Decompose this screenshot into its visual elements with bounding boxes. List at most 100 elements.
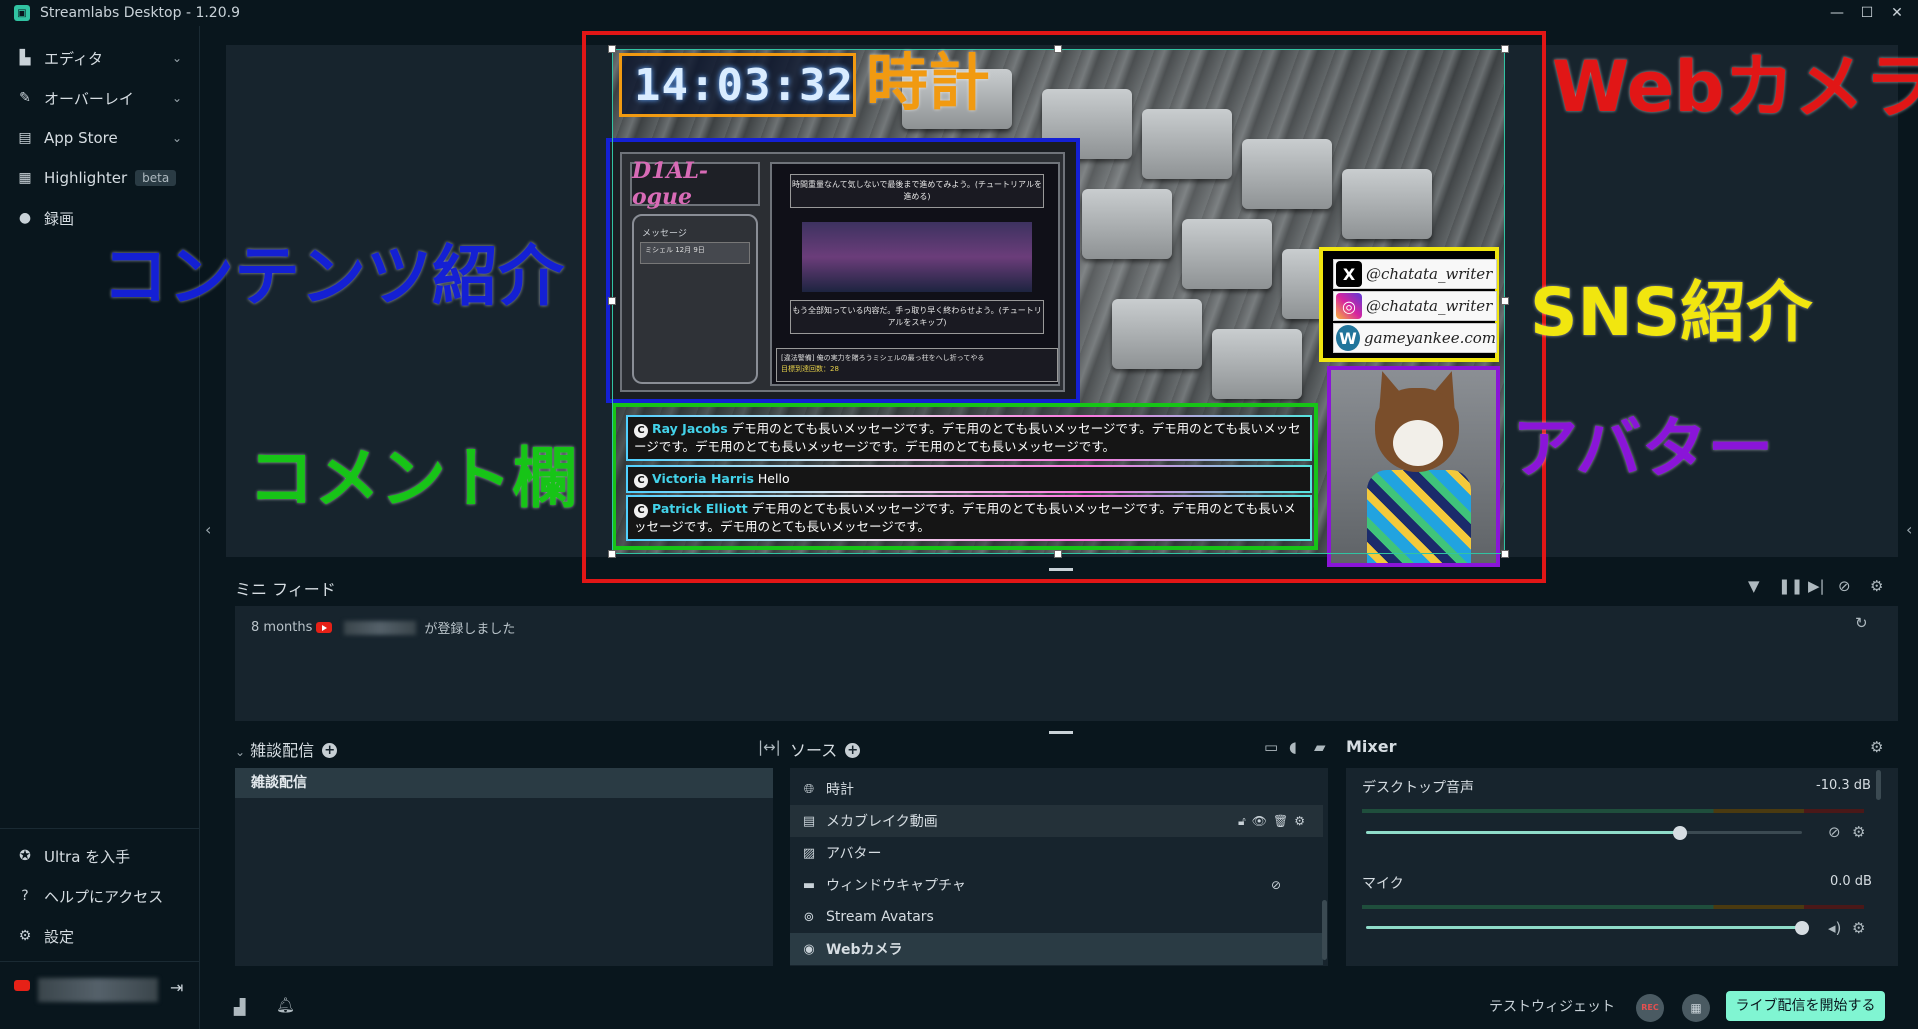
sidebar-item-overlay[interactable]: ✎ オーバーレイ ⌄	[0, 80, 200, 116]
scenes-title: 雑談配信	[250, 741, 315, 760]
mute-icon[interactable]: ⊘	[1828, 823, 1841, 841]
avatar-widget[interactable]	[1327, 366, 1500, 567]
close-button[interactable]: ✕	[1882, 2, 1912, 24]
game-window: D1AL-ogue メッセージ ミシェル 12月 9日 時間重量なんて気しないで…	[620, 152, 1065, 392]
scene-transition-icon[interactable]: |↔|	[758, 738, 781, 756]
mixer-settings-icon[interactable]: ⚙	[1870, 738, 1883, 756]
source-item[interactable]: ◉ Webカメラ	[790, 933, 1323, 965]
source-item[interactable]: ⊚ Stream Avatars	[790, 901, 1323, 933]
collapse-right-arrow-icon[interactable]: ‹	[1906, 520, 1912, 539]
sources-header: ソース +	[790, 737, 861, 761]
volume-meter	[1362, 809, 1864, 813]
wordpress-icon: W	[1336, 325, 1360, 351]
sidebar-item-highlighter[interactable]: ▦ Highlighter beta	[0, 160, 200, 196]
mixer-scrollbar[interactable]	[1876, 770, 1881, 800]
x-icon: X	[1336, 261, 1362, 287]
add-scene-icon[interactable]: +	[322, 743, 338, 758]
youtube-icon	[316, 622, 333, 633]
volume-slider-track[interactable]	[1680, 831, 1802, 834]
help-icon: ?	[21, 888, 29, 904]
settings-icon[interactable]: ⚙	[1870, 577, 1883, 595]
city-image	[802, 222, 1032, 292]
stats-icon[interactable]: ▟	[234, 998, 246, 1016]
volume-slider-fill[interactable]	[1366, 831, 1680, 834]
audio-icon[interactable]: ◖	[1289, 738, 1297, 756]
scenes-header[interactable]: ⌄ 雑談配信 +	[235, 737, 338, 761]
sources-scrollbar[interactable]	[1322, 900, 1327, 960]
sns-row: ◎ @chatata_writer	[1333, 291, 1497, 321]
source-actions-icons[interactable]: 🔓︎👁︎🗑︎⚙︎	[1238, 814, 1311, 829]
record-button[interactable]: REC	[1636, 994, 1664, 1022]
globe-icon: 🌐︎	[803, 781, 815, 797]
resize-handle[interactable]	[1501, 45, 1509, 53]
resize-handle[interactable]	[1501, 550, 1509, 558]
source-item[interactable]: ▨ アバター	[790, 837, 1323, 869]
scene-item[interactable]: 雑談配信	[235, 768, 773, 798]
source-label: 時計	[826, 782, 854, 798]
volume-slider-knob[interactable]	[1795, 921, 1809, 935]
minimize-button[interactable]: —	[1822, 2, 1852, 24]
chat-author: Ray Jacobs	[652, 421, 728, 436]
ultra-icon: ✪	[19, 848, 31, 864]
source-item[interactable]: ▤ メカブレイク動画 🔓︎👁︎🗑︎⚙︎	[790, 805, 1323, 837]
resize-handle[interactable]	[1054, 45, 1062, 53]
volume-slider-fill[interactable]	[1366, 926, 1802, 929]
resize-divider-handle[interactable]	[1049, 731, 1073, 734]
collapse-left-arrow-icon[interactable]: ‹	[205, 520, 211, 539]
game-bottom-line: [違法警備] 俺の実力を賭ろうミシェルの最っ柱をへし折ってやる	[781, 354, 985, 362]
chat-text: Hello	[757, 471, 790, 486]
speaker-icon[interactable]: ◂)	[1828, 919, 1841, 937]
resize-divider-handle[interactable]	[1049, 568, 1073, 571]
skip-icon[interactable]: ▶|	[1808, 577, 1825, 595]
annotation-clock: 時計	[866, 46, 991, 119]
game-screen: 時間重量なんて気しないで最後まで進めてみよう。(チュートリアルを進める) もう全…	[770, 162, 1060, 386]
resize-handle[interactable]	[608, 45, 616, 53]
feed-text: が登録しました	[424, 622, 516, 637]
folder-icon[interactable]: ▰	[1314, 738, 1326, 756]
mixer-title: Mixer	[1346, 737, 1397, 756]
resize-handle[interactable]	[608, 550, 616, 558]
source-item[interactable]: ▬ ウィンドウキャプチャ ⊘	[790, 869, 1323, 901]
mixer-channel-db: 0.0 dB	[1830, 874, 1872, 889]
channel-settings-icon[interactable]: ⚙	[1852, 823, 1865, 841]
chat-platform-icon: C	[634, 504, 648, 518]
sns-handle: @chatata_writer	[1366, 265, 1493, 283]
sidebar-item-app-store[interactable]: ▤ App Store ⌄	[0, 120, 200, 156]
resize-handle[interactable]	[1054, 550, 1062, 558]
pause-icon[interactable]: ❚❚	[1778, 577, 1803, 595]
notification-bell-icon[interactable]: 🔔︎	[276, 996, 295, 1014]
logout-icon[interactable]: ⇥	[170, 978, 183, 997]
add-source-icon[interactable]: +	[845, 743, 861, 758]
volume-slider-knob[interactable]	[1673, 826, 1687, 840]
resize-handle[interactable]	[1501, 297, 1509, 305]
clock-widget[interactable]: 14:03:32	[619, 53, 856, 117]
sidebar-item-settings[interactable]: ⚙ 設定	[0, 918, 200, 954]
sidebar-item-recording[interactable]: ● 録画	[0, 200, 200, 236]
mute-alerts-icon[interactable]: ⊘	[1838, 577, 1851, 595]
feed-time: 8 months	[251, 620, 313, 635]
keyboard-key	[1142, 109, 1232, 179]
keyboard-key	[1212, 329, 1302, 399]
chat-platform-icon: C	[634, 474, 648, 488]
avatar-face	[1393, 420, 1443, 466]
go-live-button[interactable]: ライブ配信を開始する	[1726, 991, 1885, 1021]
calendar-icon[interactable]: ▦	[1682, 994, 1710, 1022]
filter-icon[interactable]: ▼	[1748, 577, 1760, 595]
channel-settings-icon[interactable]: ⚙	[1852, 919, 1865, 937]
refresh-icon[interactable]: ↻	[1855, 614, 1868, 632]
content-intro-window-capture[interactable]: D1AL-ogue メッセージ ミシェル 12月 9日 時間重量なんて気しないで…	[606, 138, 1080, 403]
sidebar-item-label: 設定	[44, 927, 75, 946]
resize-handle[interactable]	[608, 297, 616, 305]
maximize-button[interactable]: ☐	[1852, 2, 1882, 24]
sns-row: X @chatata_writer	[1333, 259, 1497, 289]
sns-widget[interactable]: X @chatata_writer ◎ @chatata_writer W ga…	[1319, 247, 1499, 362]
chat-message: C Victoria Harris Hello	[626, 465, 1312, 493]
comment-widget[interactable]: C Ray Jacobs デモ用のとても長いメッセージです。デモ用のとても長いメッセ…	[612, 403, 1318, 550]
sidebar-item-editor[interactable]: ▙ エディタ ⌄	[0, 40, 200, 76]
sidebar-item-help[interactable]: ? ヘルプにアクセス	[0, 878, 200, 914]
hidden-icon[interactable]: ⊘	[1271, 878, 1287, 892]
test-widget-button[interactable]: テストウィジェット	[1489, 996, 1615, 1016]
group-icon[interactable]: ▭	[1264, 738, 1278, 756]
source-item[interactable]: 🌐︎ 時計	[790, 773, 1323, 805]
sidebar-item-ultra[interactable]: ✪ Ultra を入手	[0, 838, 200, 874]
